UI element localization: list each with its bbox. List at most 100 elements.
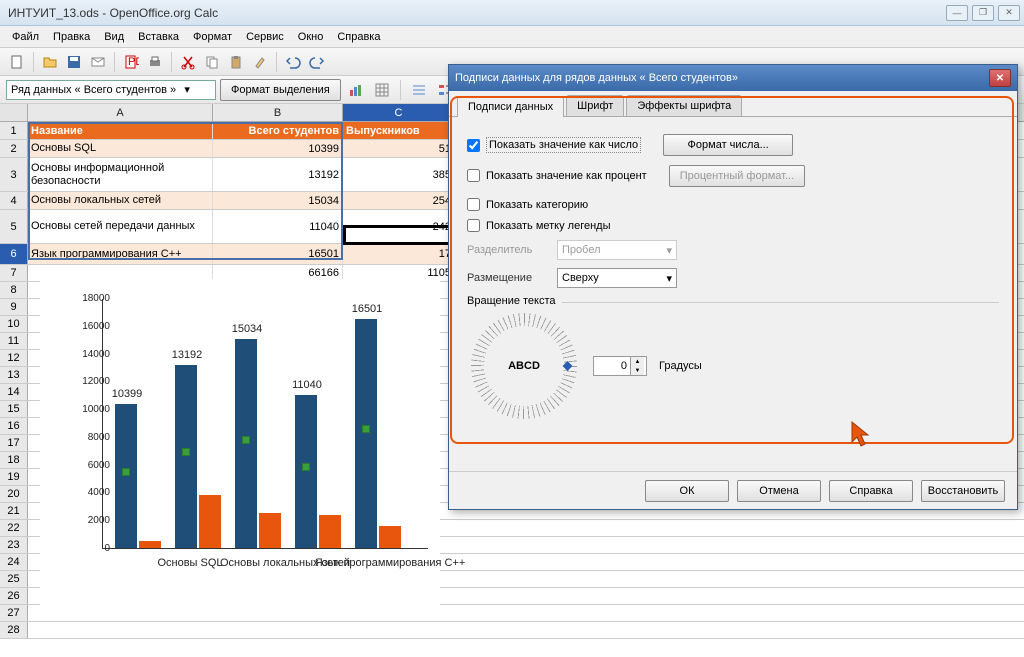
show-number-checkbox[interactable]: [467, 139, 480, 152]
print-icon[interactable]: [144, 51, 166, 73]
cell-grad[interactable]: 51: [343, 140, 455, 157]
row-header[interactable]: 3: [0, 158, 28, 191]
cell-total[interactable]: 15034: [213, 192, 343, 209]
cell-total[interactable]: 11040: [213, 210, 343, 243]
tab-font[interactable]: Шрифт: [566, 95, 624, 116]
col-header-b[interactable]: B: [213, 104, 343, 121]
show-category-checkbox[interactable]: [467, 198, 480, 211]
bar-total[interactable]: [175, 365, 197, 548]
row-header[interactable]: 27: [0, 605, 28, 621]
chart-type-icon[interactable]: [345, 79, 367, 101]
row-header[interactable]: 23: [0, 537, 28, 553]
save-icon[interactable]: [63, 51, 85, 73]
row-header[interactable]: 17: [0, 435, 28, 451]
redo-icon[interactable]: [306, 51, 328, 73]
cell-total[interactable]: 13192: [213, 158, 343, 191]
restore-button[interactable]: Восстановить: [921, 480, 1005, 502]
row-header[interactable]: 28: [0, 622, 28, 638]
cancel-button[interactable]: Отмена: [737, 480, 821, 502]
tab-font-effects[interactable]: Эффекты шрифта: [626, 95, 742, 116]
row-header[interactable]: 5: [0, 210, 28, 243]
cell-grad[interactable]: 254: [343, 192, 455, 209]
cell-name[interactable]: Основы SQL: [28, 140, 213, 157]
menu-file[interactable]: Файл: [6, 29, 45, 45]
spin-down-icon[interactable]: ▼: [630, 366, 644, 375]
cut-icon[interactable]: [177, 51, 199, 73]
series-selector[interactable]: Ряд данных « Всего студентов » ▾: [6, 80, 216, 100]
cell-name[interactable]: Язык программирования С++: [28, 244, 213, 264]
col-header-c[interactable]: C: [343, 104, 455, 121]
maximize-button[interactable]: ❐: [972, 5, 994, 21]
cell-total[interactable]: 16501: [213, 244, 343, 264]
show-percent-checkbox[interactable]: [467, 169, 480, 182]
header-total[interactable]: Всего студентов: [213, 122, 343, 139]
menu-service[interactable]: Сервис: [240, 29, 290, 45]
header-grad[interactable]: Выпускников: [343, 122, 455, 139]
cell-name[interactable]: Основы сетей передачи данных: [28, 210, 213, 243]
row-header[interactable]: 25: [0, 571, 28, 587]
cell-name[interactable]: Основы информационной безопасности: [28, 158, 213, 191]
row-header[interactable]: 24: [0, 554, 28, 570]
degrees-spinner[interactable]: ▲▼: [593, 356, 647, 376]
row-header[interactable]: 21: [0, 503, 28, 519]
row-header[interactable]: 1: [0, 122, 28, 139]
paste-icon[interactable]: [225, 51, 247, 73]
close-button[interactable]: ✕: [998, 5, 1020, 21]
spin-up-icon[interactable]: ▲: [630, 357, 644, 366]
row-header[interactable]: 2: [0, 140, 28, 157]
row-header[interactable]: 13: [0, 367, 28, 383]
row-header[interactable]: 26: [0, 588, 28, 604]
placement-select[interactable]: Сверху▾: [557, 268, 677, 288]
tab-labels[interactable]: Подписи данных: [457, 96, 564, 117]
row-header[interactable]: 12: [0, 350, 28, 366]
rotation-dial[interactable]: ABCD: [479, 321, 569, 411]
email-icon[interactable]: [87, 51, 109, 73]
row-header[interactable]: 16: [0, 418, 28, 434]
cell-name[interactable]: Основы локальных сетей: [28, 192, 213, 209]
menu-insert[interactable]: Вставка: [132, 29, 185, 45]
ok-button[interactable]: ОК: [645, 480, 729, 502]
col-header-a[interactable]: A: [28, 104, 213, 121]
row-header[interactable]: 7: [0, 265, 28, 281]
degrees-input[interactable]: [594, 360, 630, 372]
cell-grad[interactable]: 242: [343, 210, 455, 243]
row-header[interactable]: 6: [0, 244, 28, 264]
format-selection-button[interactable]: Формат выделения: [220, 79, 341, 101]
cell-grad[interactable]: 17: [343, 244, 455, 264]
bar-grad[interactable]: [139, 541, 161, 548]
pdf-icon[interactable]: PDF: [120, 51, 142, 73]
help-button[interactable]: Справка: [829, 480, 913, 502]
number-format-button[interactable]: Формат числа...: [663, 134, 793, 156]
menu-format[interactable]: Формат: [187, 29, 238, 45]
horiz-lines-icon[interactable]: [408, 79, 430, 101]
bar-grad[interactable]: [319, 515, 341, 548]
menu-edit[interactable]: Правка: [47, 29, 96, 45]
undo-icon[interactable]: [282, 51, 304, 73]
row-header[interactable]: 22: [0, 520, 28, 536]
row-header[interactable]: 20: [0, 486, 28, 502]
row-header[interactable]: 11: [0, 333, 28, 349]
row-header[interactable]: 8: [0, 282, 28, 298]
row-header[interactable]: 15: [0, 401, 28, 417]
copy-icon[interactable]: [201, 51, 223, 73]
new-doc-icon[interactable]: [6, 51, 28, 73]
menu-window[interactable]: Окно: [292, 29, 330, 45]
dialog-titlebar[interactable]: Подписи данных для рядов данных « Всего …: [449, 65, 1017, 91]
embedded-chart[interactable]: 1039913192150341104016501 02000400060008…: [40, 279, 440, 609]
row-header[interactable]: 14: [0, 384, 28, 400]
brush-icon[interactable]: [249, 51, 271, 73]
bar-grad[interactable]: [199, 495, 221, 548]
minimize-button[interactable]: —: [946, 5, 968, 21]
menu-help[interactable]: Справка: [331, 29, 386, 45]
bar-grad[interactable]: [259, 513, 281, 548]
bar-grad[interactable]: [379, 526, 401, 548]
row-header[interactable]: 19: [0, 469, 28, 485]
header-name[interactable]: Название: [28, 122, 213, 139]
row-header[interactable]: 10: [0, 316, 28, 332]
row-header[interactable]: 9: [0, 299, 28, 315]
cell-total[interactable]: 10399: [213, 140, 343, 157]
show-legend-checkbox[interactable]: [467, 219, 480, 232]
row-header[interactable]: 18: [0, 452, 28, 468]
chart-grid-icon[interactable]: [371, 79, 393, 101]
row-header[interactable]: 4: [0, 192, 28, 209]
